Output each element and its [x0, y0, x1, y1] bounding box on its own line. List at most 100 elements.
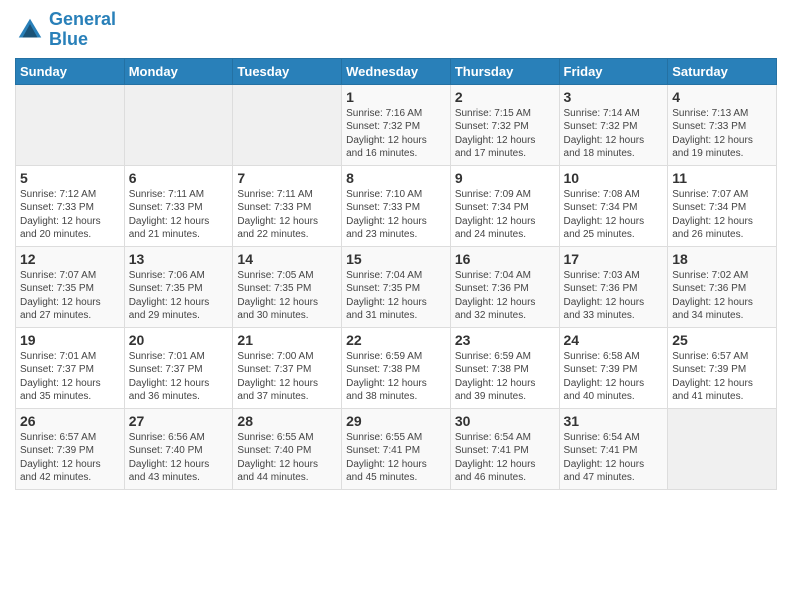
calendar-day-cell: [668, 408, 777, 489]
day-info: Sunrise: 7:04 AM Sunset: 7:35 PM Dayligh…: [346, 269, 446, 323]
day-number: 21: [237, 332, 337, 348]
page-header: General Blue: [15, 10, 777, 50]
calendar-day-cell: 21 Sunrise: 7:00 AM Sunset: 7:37 PM Dayli…: [233, 327, 342, 408]
calendar-day-cell: 10 Sunrise: 7:08 AM Sunset: 7:34 PM Dayli…: [559, 165, 668, 246]
calendar-header-row: SundayMondayTuesdayWednesdayThursdayFrid…: [16, 58, 777, 84]
day-number: 12: [20, 251, 120, 267]
day-info: Sunrise: 7:07 AM Sunset: 7:34 PM Dayligh…: [672, 188, 772, 242]
calendar-week-row: 5Sunrise: 7:12 AM Sunset: 7:33 PM Daylig…: [16, 165, 777, 246]
calendar-day-cell: 13 Sunrise: 7:06 AM Sunset: 7:35 PM Dayli…: [124, 246, 233, 327]
calendar-day-cell: 16 Sunrise: 7:04 AM Sunset: 7:36 PM Dayli…: [450, 246, 559, 327]
day-number: 23: [455, 332, 555, 348]
day-number: 25: [672, 332, 772, 348]
day-number: 15: [346, 251, 446, 267]
logo-text: General Blue: [49, 10, 116, 50]
calendar-day-cell: 15 Sunrise: 7:04 AM Sunset: 7:35 PM Dayli…: [342, 246, 451, 327]
weekday-header: Thursday: [450, 58, 559, 84]
day-number: 7: [237, 170, 337, 186]
day-number: 4: [672, 89, 772, 105]
calendar-day-cell: 23 Sunrise: 6:59 AM Sunset: 7:38 PM Dayli…: [450, 327, 559, 408]
day-number: 5: [20, 170, 120, 186]
calendar-day-cell: 7 Sunrise: 7:11 AM Sunset: 7:33 PM Daylig…: [233, 165, 342, 246]
calendar-day-cell: 20 Sunrise: 7:01 AM Sunset: 7:37 PM Dayli…: [124, 327, 233, 408]
day-info: Sunrise: 7:08 AM Sunset: 7:34 PM Dayligh…: [564, 188, 664, 242]
day-number: 31: [564, 413, 664, 429]
logo: General Blue: [15, 10, 116, 50]
calendar-day-cell: 29 Sunrise: 6:55 AM Sunset: 7:41 PM Dayli…: [342, 408, 451, 489]
day-info: Sunrise: 6:57 AM Sunset: 7:39 PM Dayligh…: [20, 431, 120, 485]
weekday-header: Tuesday: [233, 58, 342, 84]
calendar-day-cell: [233, 84, 342, 165]
weekday-header: Saturday: [668, 58, 777, 84]
calendar-week-row: 12Sunrise: 7:07 AM Sunset: 7:35 PM Dayli…: [16, 246, 777, 327]
day-info: Sunrise: 7:11 AM Sunset: 7:33 PM Dayligh…: [237, 188, 337, 242]
day-info: Sunrise: 7:04 AM Sunset: 7:36 PM Dayligh…: [455, 269, 555, 323]
day-number: 16: [455, 251, 555, 267]
day-info: Sunrise: 6:58 AM Sunset: 7:39 PM Dayligh…: [564, 350, 664, 404]
calendar-day-cell: 18Sunrise: 7:02 AM Sunset: 7:36 PM Dayli…: [668, 246, 777, 327]
calendar-day-cell: 4 Sunrise: 7:13 AM Sunset: 7:33 PM Daylig…: [668, 84, 777, 165]
calendar-day-cell: 14Sunrise: 7:05 AM Sunset: 7:35 PM Dayli…: [233, 246, 342, 327]
calendar-day-cell: 3 Sunrise: 7:14 AM Sunset: 7:32 PM Daylig…: [559, 84, 668, 165]
day-number: 9: [455, 170, 555, 186]
day-info: Sunrise: 7:01 AM Sunset: 7:37 PM Dayligh…: [20, 350, 120, 404]
calendar-day-cell: 19 Sunrise: 7:01 AM Sunset: 7:37 PM Dayli…: [16, 327, 125, 408]
calendar-week-row: 1Sunrise: 7:16 AM Sunset: 7:32 PM Daylig…: [16, 84, 777, 165]
day-info: Sunrise: 7:01 AM Sunset: 7:37 PM Dayligh…: [129, 350, 229, 404]
day-info: Sunrise: 7:06 AM Sunset: 7:35 PM Dayligh…: [129, 269, 229, 323]
calendar-day-cell: 17Sunrise: 7:03 AM Sunset: 7:36 PM Dayli…: [559, 246, 668, 327]
calendar-day-cell: [16, 84, 125, 165]
day-info: Sunrise: 7:15 AM Sunset: 7:32 PM Dayligh…: [455, 107, 555, 161]
calendar-day-cell: 11Sunrise: 7:07 AM Sunset: 7:34 PM Dayli…: [668, 165, 777, 246]
day-info: Sunrise: 6:59 AM Sunset: 7:38 PM Dayligh…: [455, 350, 555, 404]
day-info: Sunrise: 7:02 AM Sunset: 7:36 PM Dayligh…: [672, 269, 772, 323]
calendar-day-cell: 27 Sunrise: 6:56 AM Sunset: 7:40 PM Dayli…: [124, 408, 233, 489]
weekday-header: Monday: [124, 58, 233, 84]
day-number: 30: [455, 413, 555, 429]
day-info: Sunrise: 6:55 AM Sunset: 7:40 PM Dayligh…: [237, 431, 337, 485]
day-number: 29: [346, 413, 446, 429]
day-info: Sunrise: 6:55 AM Sunset: 7:41 PM Dayligh…: [346, 431, 446, 485]
calendar-day-cell: 2 Sunrise: 7:15 AM Sunset: 7:32 PM Daylig…: [450, 84, 559, 165]
calendar-day-cell: 6Sunrise: 7:11 AM Sunset: 7:33 PM Daylig…: [124, 165, 233, 246]
day-info: Sunrise: 7:13 AM Sunset: 7:33 PM Dayligh…: [672, 107, 772, 161]
day-number: 27: [129, 413, 229, 429]
day-info: Sunrise: 7:00 AM Sunset: 7:37 PM Dayligh…: [237, 350, 337, 404]
day-info: Sunrise: 7:09 AM Sunset: 7:34 PM Dayligh…: [455, 188, 555, 242]
calendar-day-cell: 9 Sunrise: 7:09 AM Sunset: 7:34 PM Daylig…: [450, 165, 559, 246]
day-number: 10: [564, 170, 664, 186]
calendar-day-cell: 12Sunrise: 7:07 AM Sunset: 7:35 PM Dayli…: [16, 246, 125, 327]
day-info: Sunrise: 6:56 AM Sunset: 7:40 PM Dayligh…: [129, 431, 229, 485]
day-number: 20: [129, 332, 229, 348]
day-info: Sunrise: 7:05 AM Sunset: 7:35 PM Dayligh…: [237, 269, 337, 323]
day-info: Sunrise: 6:54 AM Sunset: 7:41 PM Dayligh…: [455, 431, 555, 485]
calendar-day-cell: 25 Sunrise: 6:57 AM Sunset: 7:39 PM Dayli…: [668, 327, 777, 408]
calendar-day-cell: 26Sunrise: 6:57 AM Sunset: 7:39 PM Dayli…: [16, 408, 125, 489]
calendar-week-row: 19 Sunrise: 7:01 AM Sunset: 7:37 PM Dayli…: [16, 327, 777, 408]
calendar-day-cell: 24Sunrise: 6:58 AM Sunset: 7:39 PM Dayli…: [559, 327, 668, 408]
day-number: 8: [346, 170, 446, 186]
day-number: 22: [346, 332, 446, 348]
calendar-day-cell: 31Sunrise: 6:54 AM Sunset: 7:41 PM Dayli…: [559, 408, 668, 489]
calendar-day-cell: 1Sunrise: 7:16 AM Sunset: 7:32 PM Daylig…: [342, 84, 451, 165]
day-info: Sunrise: 6:59 AM Sunset: 7:38 PM Dayligh…: [346, 350, 446, 404]
day-number: 3: [564, 89, 664, 105]
weekday-header: Sunday: [16, 58, 125, 84]
day-number: 2: [455, 89, 555, 105]
day-number: 28: [237, 413, 337, 429]
calendar-day-cell: 30 Sunrise: 6:54 AM Sunset: 7:41 PM Dayli…: [450, 408, 559, 489]
day-info: Sunrise: 7:10 AM Sunset: 7:33 PM Dayligh…: [346, 188, 446, 242]
day-number: 13: [129, 251, 229, 267]
day-info: Sunrise: 7:03 AM Sunset: 7:36 PM Dayligh…: [564, 269, 664, 323]
page-container: General Blue SundayMondayTuesdayWednesda…: [0, 0, 792, 500]
calendar-day-cell: 5Sunrise: 7:12 AM Sunset: 7:33 PM Daylig…: [16, 165, 125, 246]
logo-icon: [15, 15, 45, 45]
day-info: Sunrise: 7:11 AM Sunset: 7:33 PM Dayligh…: [129, 188, 229, 242]
day-info: Sunrise: 7:16 AM Sunset: 7:32 PM Dayligh…: [346, 107, 446, 161]
day-info: Sunrise: 6:57 AM Sunset: 7:39 PM Dayligh…: [672, 350, 772, 404]
weekday-header: Friday: [559, 58, 668, 84]
calendar-day-cell: 28 Sunrise: 6:55 AM Sunset: 7:40 PM Dayli…: [233, 408, 342, 489]
day-number: 19: [20, 332, 120, 348]
day-info: Sunrise: 7:14 AM Sunset: 7:32 PM Dayligh…: [564, 107, 664, 161]
calendar-day-cell: [124, 84, 233, 165]
